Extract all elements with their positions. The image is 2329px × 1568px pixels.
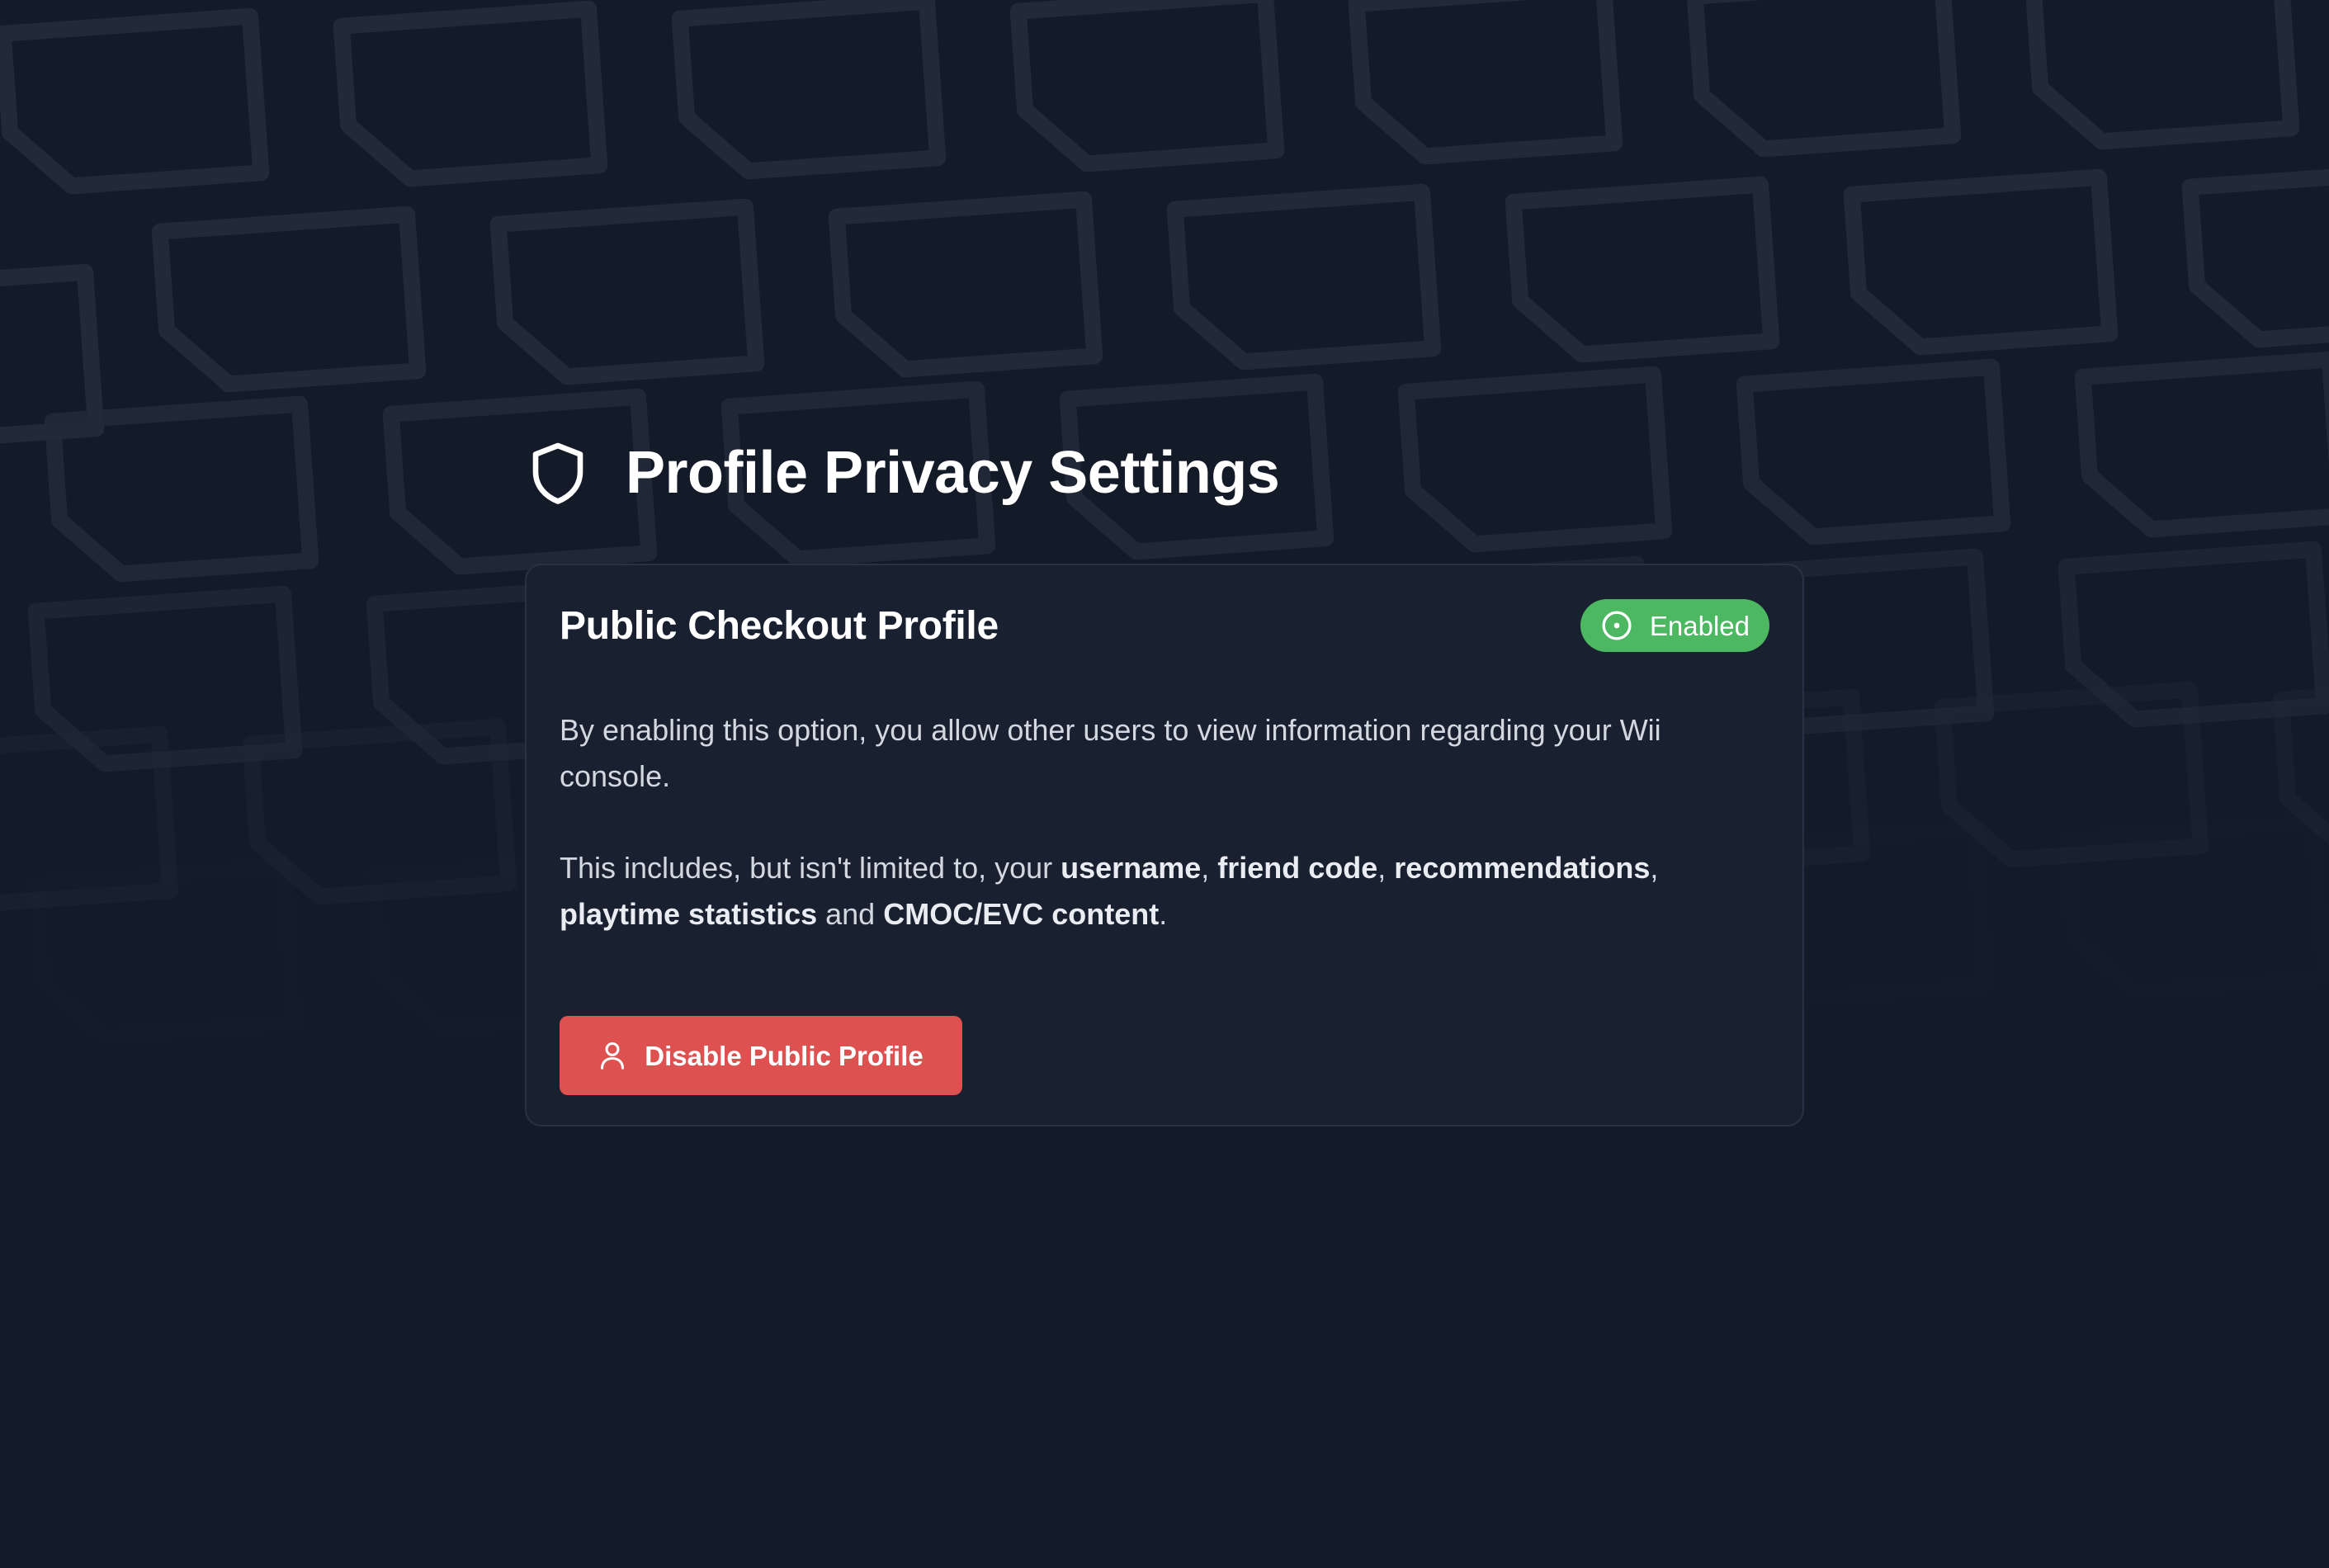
background-shape bbox=[1166, 183, 1442, 371]
background-shape bbox=[1934, 681, 2209, 868]
background-shape bbox=[242, 718, 517, 905]
include-item-recommendations: recommendations bbox=[1394, 851, 1651, 885]
background-shape bbox=[1686, 0, 1962, 158]
background-shape bbox=[828, 191, 1103, 378]
page-heading: Profile Privacy Settings bbox=[528, 436, 1280, 510]
background-shape bbox=[27, 857, 303, 1045]
includes-prefix: This includes, but isn't limited to, you… bbox=[560, 851, 1061, 885]
background-shape bbox=[1736, 358, 2011, 545]
background-shape bbox=[0, 263, 105, 451]
disable-public-profile-label: Disable Public Profile bbox=[645, 1040, 924, 1071]
user-icon bbox=[601, 1041, 625, 1070]
separator: and bbox=[817, 897, 884, 931]
public-profile-card: Public Checkout Profile Enabled By enabl… bbox=[525, 564, 1804, 1126]
background-shape bbox=[1843, 168, 2119, 356]
background-shape bbox=[2057, 541, 2329, 728]
background-shape bbox=[1009, 0, 1285, 172]
background-shape bbox=[2181, 161, 2329, 348]
background-shape bbox=[0, 7, 270, 195]
background-shape bbox=[489, 198, 765, 385]
status-label: Enabled bbox=[1649, 610, 1750, 641]
include-item-friend-code: friend code bbox=[1217, 851, 1378, 885]
include-item-username: username bbox=[1061, 851, 1202, 885]
background-shape bbox=[2024, 0, 2300, 150]
shield-icon bbox=[532, 442, 583, 504]
includes-suffix: . bbox=[1159, 897, 1168, 931]
background-shape bbox=[2074, 351, 2329, 538]
card-title: Public Checkout Profile bbox=[560, 604, 999, 648]
status-badge: Enabled bbox=[1580, 599, 1769, 652]
background-shape bbox=[1348, 0, 1623, 165]
background-shape bbox=[0, 725, 179, 913]
background-shape bbox=[151, 205, 427, 393]
description-text: By enabling this option, you allow other… bbox=[560, 713, 1661, 793]
include-item-playtime-statistics: playtime statistics bbox=[560, 897, 818, 931]
separator: , bbox=[1377, 851, 1395, 885]
disable-public-profile-button[interactable]: Disable Public Profile bbox=[560, 1016, 962, 1095]
include-item-cmoc-evc-content: CMOC/EVC content bbox=[883, 897, 1160, 931]
separator: , bbox=[1650, 851, 1659, 885]
includes-text: This includes, but isn't limited to, you… bbox=[560, 845, 1715, 937]
background-shape bbox=[2272, 673, 2329, 861]
background-shape bbox=[27, 585, 303, 772]
circle-dot-icon bbox=[1602, 611, 1632, 640]
background-shape bbox=[1397, 366, 1673, 553]
page-title: Profile Privacy Settings bbox=[626, 440, 1280, 506]
background-shape bbox=[44, 395, 319, 583]
background-shape bbox=[2057, 813, 2329, 1000]
background-shape bbox=[333, 0, 608, 187]
background-shape bbox=[671, 0, 947, 180]
background-shape bbox=[1505, 176, 1780, 363]
separator: , bbox=[1201, 851, 1218, 885]
